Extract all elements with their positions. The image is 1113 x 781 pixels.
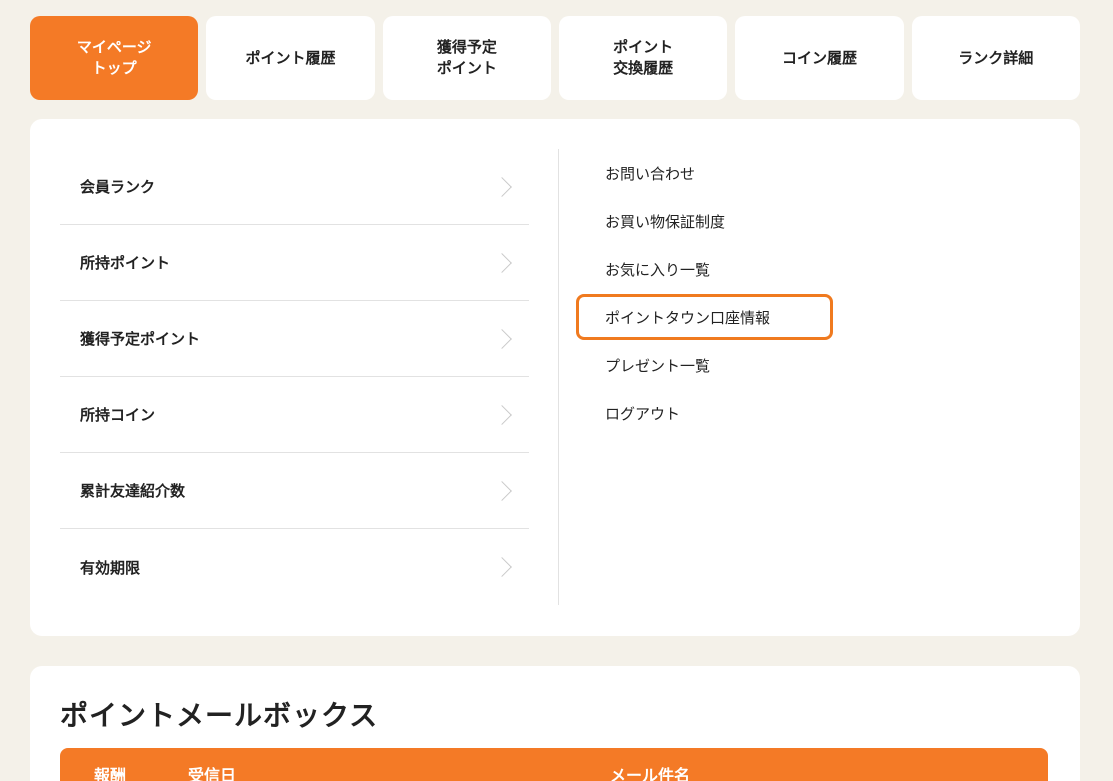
summary-item-label: 有効期限 (80, 558, 141, 577)
chevron-right-icon (492, 252, 512, 273)
summary-item-label: 獲得予定ポイント (80, 330, 201, 348)
column-reward: 報酬 (94, 766, 127, 781)
summary-item-expiration[interactable]: 有効期限 (60, 529, 529, 605)
link-purchase-guarantee[interactable]: お買い物保証制度 (576, 197, 876, 245)
mypage-tabs: マイページ トップ ポイント履歴 獲得予定 ポイント ポイント 交換履歴 コイン… (30, 16, 1080, 100)
summary-item-referrals[interactable]: 累計友達紹介数 (60, 453, 529, 529)
tab-rank-details[interactable]: ランク詳細 (911, 16, 1080, 100)
mailbox-title: ポイントメールボックス (60, 699, 379, 732)
summary-item-label: 所持コイン (80, 406, 156, 424)
summary-list: 会員ランク 所持ポイント 獲得予定ポイント 所持コイン 累計友達紹介数 有効期限 (60, 149, 529, 605)
menu-divider (558, 149, 559, 605)
tab-exchange-history[interactable]: ポイント 交換履歴 (558, 16, 728, 100)
summary-item-label: 累計友達紹介数 (80, 482, 186, 500)
mailbox-card: ポイントメールボックス 報酬 受信日 メール件名 (30, 666, 1080, 781)
chevron-right-icon (492, 328, 512, 349)
summary-item-member-rank[interactable]: 会員ランク (60, 149, 529, 225)
chevron-right-icon (492, 404, 512, 425)
chevron-right-icon (492, 176, 512, 197)
summary-item-owned-points[interactable]: 所持ポイント (60, 225, 529, 301)
menu-card: 会員ランク 所持ポイント 獲得予定ポイント 所持コイン 累計友達紹介数 有効期限 (30, 119, 1080, 636)
link-account-info[interactable]: ポイントタウン口座情報 (576, 294, 833, 340)
column-mail-subject: メール件名 (610, 766, 691, 781)
summary-item-label: 会員ランク (80, 178, 156, 196)
summary-item-pending-points[interactable]: 獲得予定ポイント (60, 301, 529, 377)
tab-point-history[interactable]: ポイント履歴 (206, 16, 375, 100)
link-presents[interactable]: プレゼント一覧 (576, 341, 876, 389)
tab-mypage-top[interactable]: マイページ トップ (30, 16, 199, 100)
tab-pending-points[interactable]: 獲得予定 ポイント (382, 16, 551, 100)
summary-item-owned-coins[interactable]: 所持コイン (60, 377, 529, 453)
mypage: マイページ トップ ポイント履歴 獲得予定 ポイント ポイント 交換履歴 コイン… (0, 0, 1113, 781)
chevron-right-icon (492, 557, 512, 577)
mailbox-table-header: 報酬 受信日 メール件名 (60, 748, 1048, 781)
column-received-date: 受信日 (188, 766, 237, 781)
link-contact[interactable]: お問い合わせ (576, 149, 876, 197)
summary-item-label: 所持ポイント (80, 254, 171, 272)
chevron-right-icon (492, 480, 512, 501)
tab-coin-history[interactable]: コイン履歴 (735, 16, 904, 100)
link-logout[interactable]: ログアウト (576, 389, 876, 437)
link-favorites[interactable]: お気に入り一覧 (576, 245, 876, 293)
account-links: お問い合わせ お買い物保証制度 お気に入り一覧 ポイントタウン口座情報 プレゼン… (576, 149, 876, 437)
